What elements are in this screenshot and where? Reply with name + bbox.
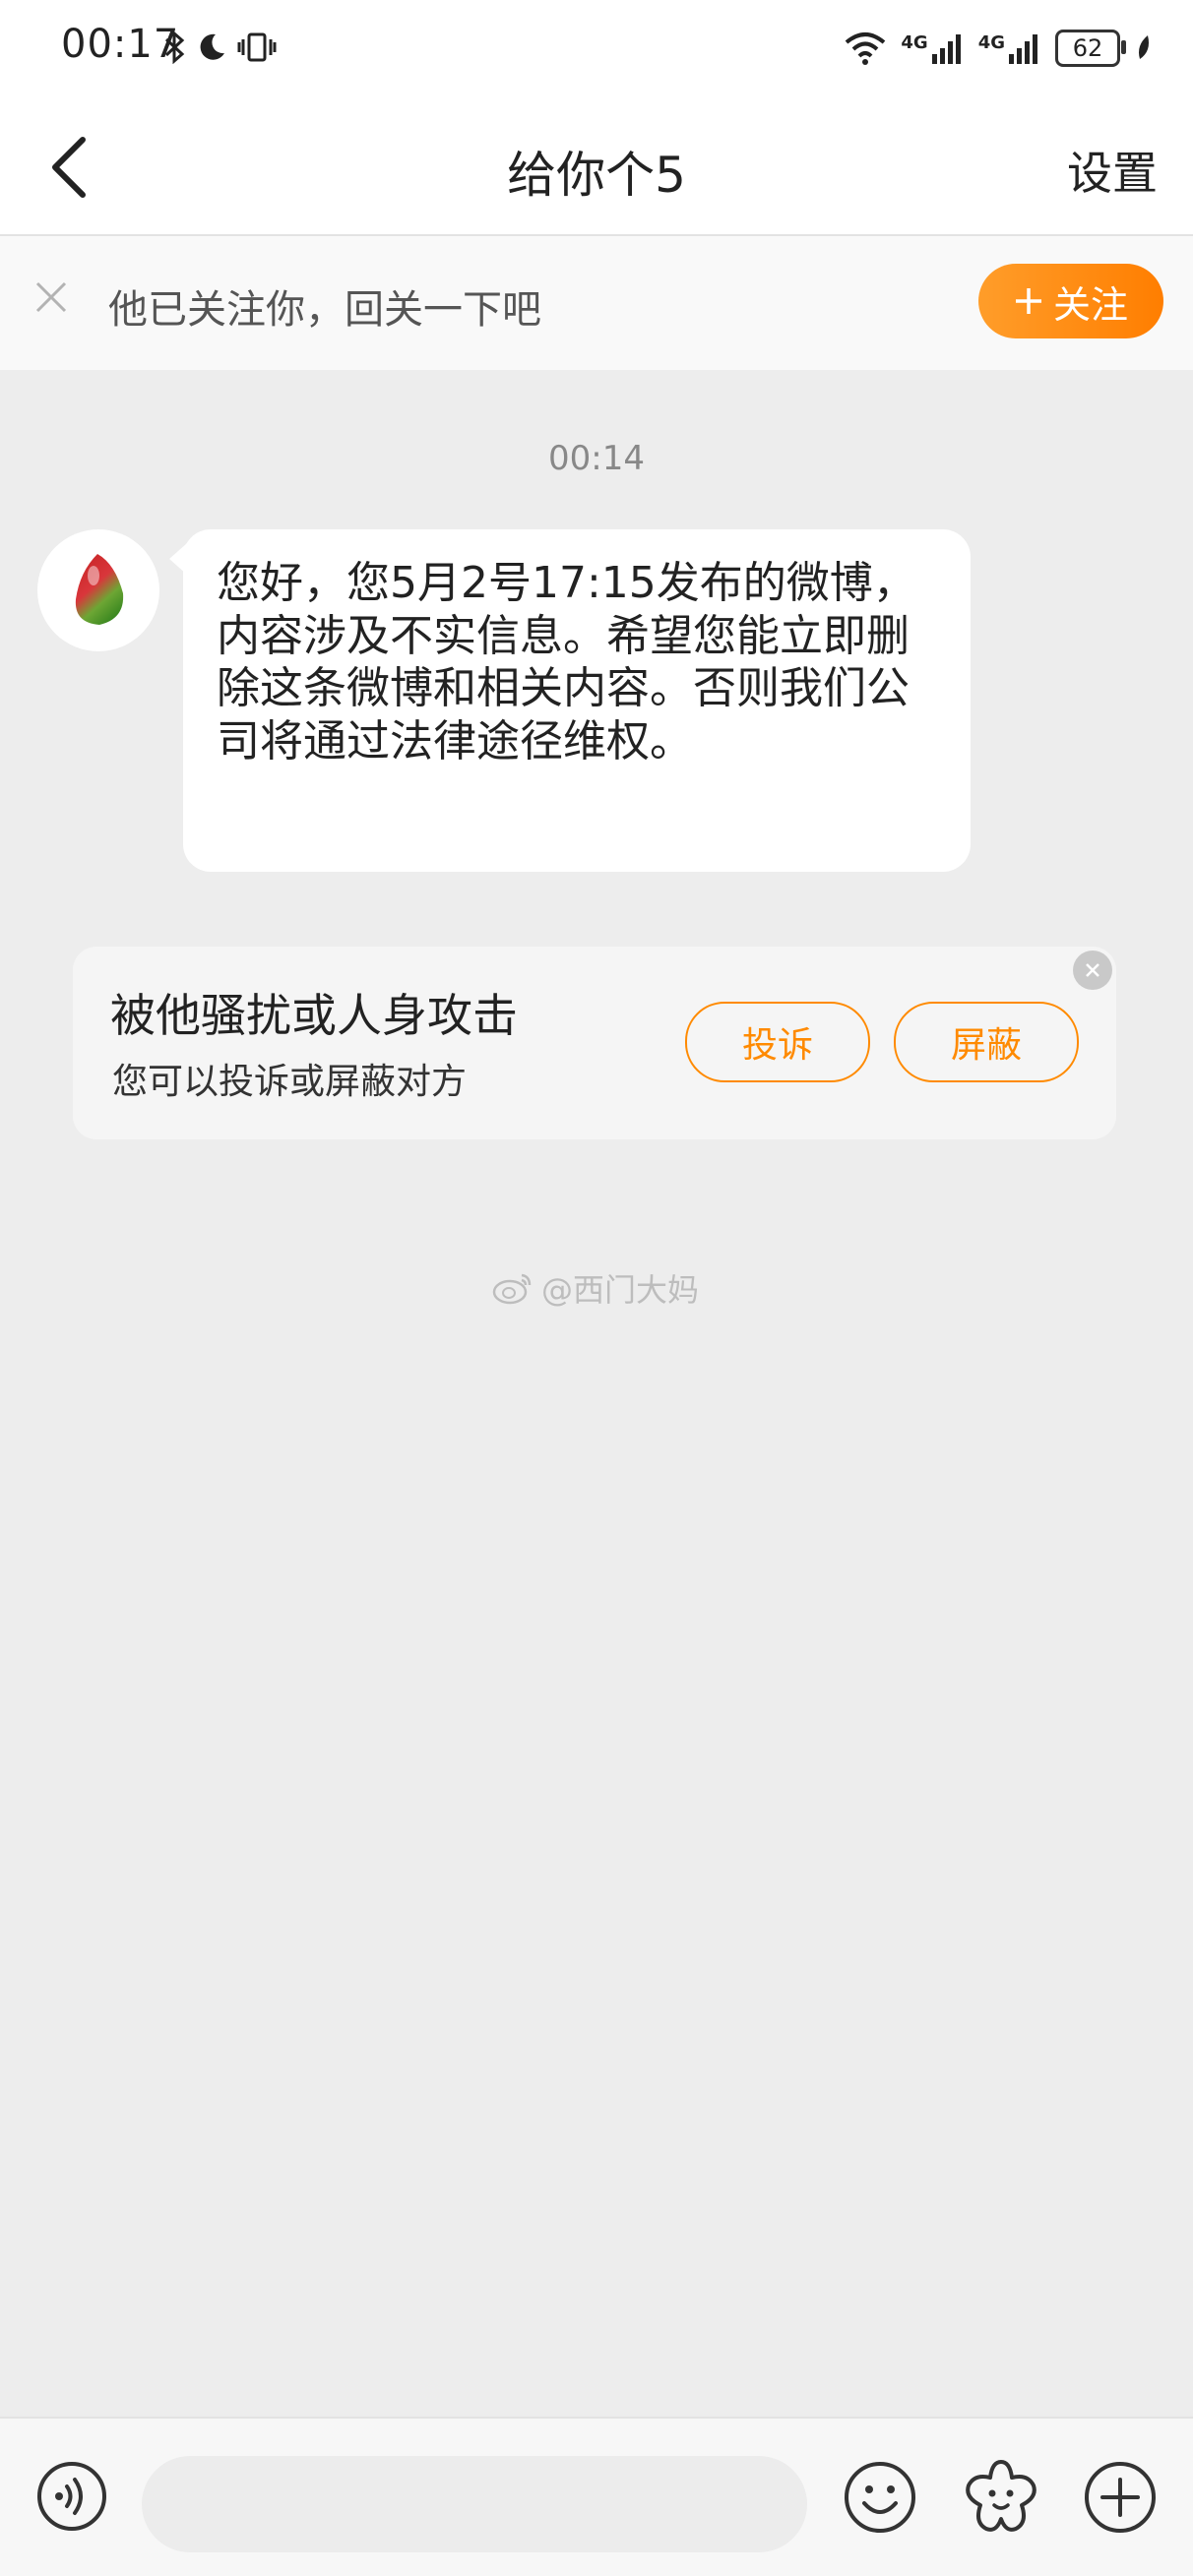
close-banner-button[interactable] [31,277,81,327]
close-card-button[interactable] [1073,951,1112,990]
avatar[interactable] [37,529,159,651]
voice-button[interactable] [35,2460,108,2533]
block-button-label: 屏蔽 [950,1025,1022,1066]
sticker-icon [966,2460,1036,2532]
settings-button[interactable]: 设置 [1067,138,1158,203]
plus-icon [1015,288,1041,314]
signal-bars-icon [1009,34,1037,64]
bluetooth-icon [164,31,185,64]
sticker-button[interactable] [961,2456,1041,2537]
leaf-icon [1139,35,1149,59]
follow-button-label: 关注 [1052,282,1128,327]
report-card-subtitle: 您可以投诉或屏蔽对方 [112,1062,468,1102]
watermark-text: @西门大妈 [541,1271,700,1309]
report-card-title: 被他骚扰或人身攻击 [110,989,518,1042]
signal-bars-icon [931,34,961,64]
weibo-logo-icon [492,1273,532,1305]
voice-icon [37,2462,106,2531]
follow-back-banner: 他已关注你，回关一下吧 关注 [0,236,1193,370]
page-title: 给你个5 [507,147,686,204]
network-type-2: 4G [977,32,1005,53]
complain-button-label: 投诉 [741,1025,813,1066]
message-text: 您好，您5月2号17:15发布的微博，内容涉及不实信息。希望您能立即删除这条微博… [217,558,916,767]
status-icons-left [162,26,277,69]
emoji-button[interactable] [843,2460,917,2535]
signal-2: 4G [978,32,1041,64]
complain-button[interactable]: 投诉 [685,1002,870,1082]
wifi-icon [846,32,886,65]
vibrate-icon [237,32,277,62]
plus-icon [1085,2462,1156,2533]
battery-indicator: 62 [1055,30,1126,67]
close-icon [35,281,67,313]
close-icon [1086,963,1099,977]
moon-icon [200,33,224,60]
signal-1: 4G [901,32,964,64]
message-input[interactable] [142,2456,807,2552]
emoji-icon [845,2462,915,2533]
battery-level: 62 [1072,34,1103,62]
follow-button[interactable]: 关注 [978,264,1163,338]
message-timestamp: 00:14 [548,439,645,478]
nav-bar: 给你个5 设置 [0,98,1193,236]
follow-back-text: 他已关注你，回关一下吧 [108,287,541,333]
avatar-image [75,554,124,625]
more-options-button[interactable] [1083,2460,1158,2535]
block-button[interactable]: 屏蔽 [894,1002,1079,1082]
status-icons-right: 4G 4G 62 [844,24,1154,73]
watermark: @西门大妈 [492,1265,699,1311]
network-type-1: 4G [901,32,928,53]
